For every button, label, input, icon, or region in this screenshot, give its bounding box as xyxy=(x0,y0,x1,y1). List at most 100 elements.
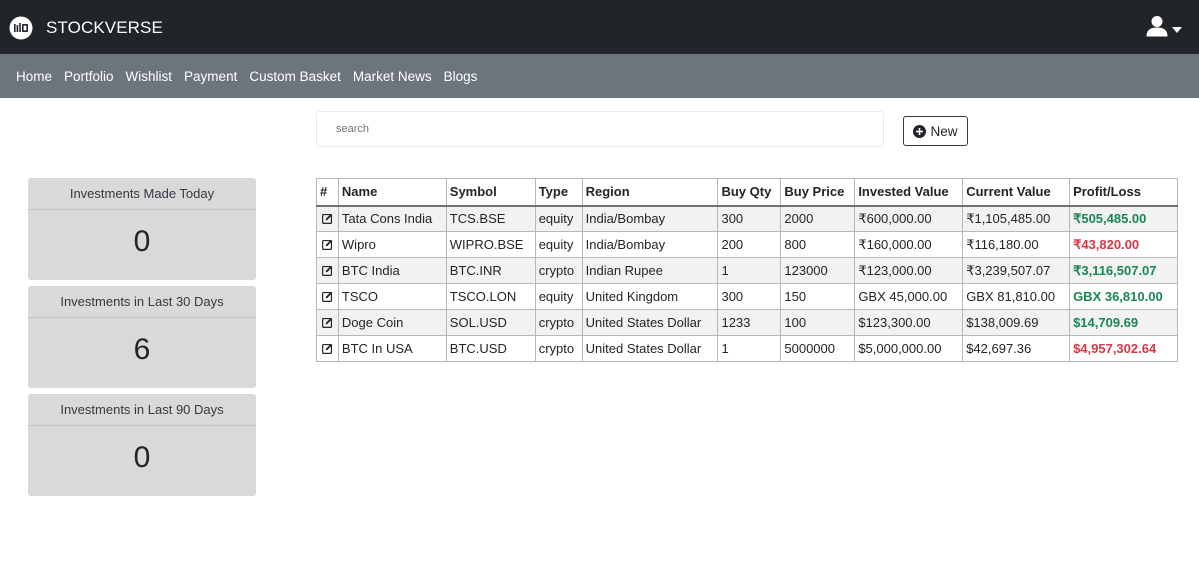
stat-title: Investments Made Today xyxy=(28,178,256,210)
cell-type: crypto xyxy=(534,309,583,336)
nav-links: Home Portfolio Wishlist Payment Custom B… xyxy=(16,69,489,84)
nav-blogs[interactable]: Blogs xyxy=(444,69,478,84)
cell-edit xyxy=(316,257,339,284)
cell-buy-price: 5000000 xyxy=(780,335,856,362)
cell-buy-qty: 200 xyxy=(717,231,782,258)
cell-invested-value: $123,300.00 xyxy=(854,309,964,336)
cell-name: Doge Coin xyxy=(337,309,447,336)
edit-icon[interactable] xyxy=(321,264,333,279)
cell-type: crypto xyxy=(534,257,583,284)
cell-edit xyxy=(316,335,339,362)
cell-buy-qty: 300 xyxy=(717,205,782,232)
cell-buy-price: 150 xyxy=(780,283,856,310)
cell-buy-price: 800 xyxy=(780,231,856,258)
table-header-row: # Name Symbol Type Region Buy Qty Buy Pr… xyxy=(316,178,1178,207)
user-icon[interactable] xyxy=(1146,15,1168,42)
cell-invested-value: ₹160,000.00 xyxy=(854,231,964,258)
cell-region: United States Dollar xyxy=(581,335,719,362)
caret-down-icon[interactable] xyxy=(1172,20,1182,38)
main-nav: Home Portfolio Wishlist Payment Custom B… xyxy=(0,54,1199,98)
cell-edit xyxy=(316,231,339,258)
cell-buy-qty: 1 xyxy=(717,335,782,362)
cell-buy-qty: 1233 xyxy=(717,309,782,336)
cell-profit-loss: $14,709.69 xyxy=(1069,309,1178,336)
cell-region: United Kingdom xyxy=(581,283,719,310)
cell-region: United States Dollar xyxy=(581,309,719,336)
nav-home[interactable]: Home xyxy=(16,69,52,84)
column-header: Buy Price xyxy=(780,178,856,207)
cell-name: Tata Cons India xyxy=(337,205,447,232)
cell-profit-loss: ₹3,116,507.07 xyxy=(1069,257,1178,284)
stat-value: 6 xyxy=(133,333,151,366)
brand[interactable]: STOCKVERSE xyxy=(9,16,163,40)
cell-current-value: $42,697.36 xyxy=(962,335,1071,362)
cell-symbol: TCS.BSE xyxy=(445,205,536,232)
cell-profit-loss: ₹505,485.00 xyxy=(1069,205,1178,232)
column-header: Buy Qty xyxy=(717,178,782,207)
column-header: Region xyxy=(581,178,719,207)
column-header: Invested Value xyxy=(854,178,964,207)
cell-invested-value: $5,000,000.00 xyxy=(854,335,964,362)
edit-icon[interactable] xyxy=(321,316,333,331)
cell-profit-loss: $4,957,302.64 xyxy=(1069,335,1178,362)
cell-current-value: $138,009.69 xyxy=(962,309,1071,336)
edit-icon[interactable] xyxy=(321,238,333,253)
stat-value: 0 xyxy=(133,441,151,474)
table-row: TSCO TSCO.LON equity United Kingdom 300 150 GB… xyxy=(316,283,1178,310)
cell-buy-price: 123000 xyxy=(780,257,856,284)
cell-current-value: GBX 81,810.00 xyxy=(962,283,1071,310)
cell-type: equity xyxy=(534,283,583,310)
top-bar: STOCKVERSE xyxy=(0,0,1199,54)
table-row: BTC India BTC.INR crypto Indian Rupee 1 12300… xyxy=(316,257,1178,284)
cell-edit xyxy=(316,283,339,310)
cell-current-value: ₹1,105,485.00 xyxy=(962,205,1071,232)
column-header: Profit/Loss xyxy=(1069,178,1178,207)
cell-name: BTC India xyxy=(337,257,447,284)
column-header: Name xyxy=(337,178,447,207)
nav-market-news[interactable]: Market News xyxy=(353,69,432,84)
cell-current-value: ₹116,180.00 xyxy=(962,231,1071,258)
nav-custom-basket[interactable]: Custom Basket xyxy=(249,69,341,84)
stat-card-90-days: Investments in Last 90 Days 0 xyxy=(28,394,256,496)
new-button[interactable]: New xyxy=(903,116,968,146)
edit-icon[interactable] xyxy=(321,342,333,357)
nav-portfolio[interactable]: Portfolio xyxy=(64,69,114,84)
cell-invested-value: ₹123,000.00 xyxy=(854,257,964,284)
stat-title: Investments in Last 30 Days xyxy=(28,286,256,318)
stat-card-30-days: Investments in Last 30 Days 6 xyxy=(28,286,256,388)
column-header: # xyxy=(316,178,339,207)
stat-value: 0 xyxy=(133,225,151,258)
cell-symbol: SOL.USD xyxy=(445,309,536,336)
cell-buy-price: 2000 xyxy=(780,205,856,232)
cell-buy-price: 100 xyxy=(780,309,856,336)
cell-name: TSCO xyxy=(337,283,447,310)
table-row: Doge Coin SOL.USD crypto United States Doll… xyxy=(316,309,1178,336)
stockverse-logo xyxy=(9,16,33,40)
edit-icon[interactable] xyxy=(321,290,333,305)
holdings-table: # Name Symbol Type Region Buy Qty Buy Pr… xyxy=(316,178,1178,362)
edit-icon[interactable] xyxy=(321,212,333,227)
cell-symbol: TSCO.LON xyxy=(445,283,536,310)
nav-wishlist[interactable]: Wishlist xyxy=(126,69,173,84)
cell-invested-value: ₹600,000.00 xyxy=(854,205,964,232)
table-row: Wipro WIPRO.BSE equity India/Bombay 200 800 ₹1… xyxy=(316,231,1178,258)
search-input[interactable] xyxy=(316,111,884,147)
cell-type: equity xyxy=(534,205,583,232)
cell-edit xyxy=(316,205,339,232)
cell-region: Indian Rupee xyxy=(581,257,719,284)
cell-type: equity xyxy=(534,231,583,258)
cell-type: crypto xyxy=(534,335,583,362)
cell-symbol: BTC.USD xyxy=(445,335,536,362)
stat-card-today: Investments Made Today 0 xyxy=(28,178,256,280)
cell-profit-loss: ₹43,820.00 xyxy=(1069,231,1178,258)
table-row: Tata Cons India TCS.BSE equity India/Bombay… xyxy=(316,205,1178,232)
cell-region: India/Bombay xyxy=(581,205,719,232)
cell-name: Wipro xyxy=(337,231,447,258)
cell-edit xyxy=(316,309,339,336)
brand-name[interactable]: STOCKVERSE xyxy=(46,18,163,38)
user-menu[interactable] xyxy=(1146,15,1182,42)
stat-title: Investments in Last 90 Days xyxy=(28,394,256,426)
cell-profit-loss: GBX 36,810.00 xyxy=(1069,283,1178,310)
cell-invested-value: GBX 45,000.00 xyxy=(854,283,964,310)
nav-payment[interactable]: Payment xyxy=(184,69,237,84)
